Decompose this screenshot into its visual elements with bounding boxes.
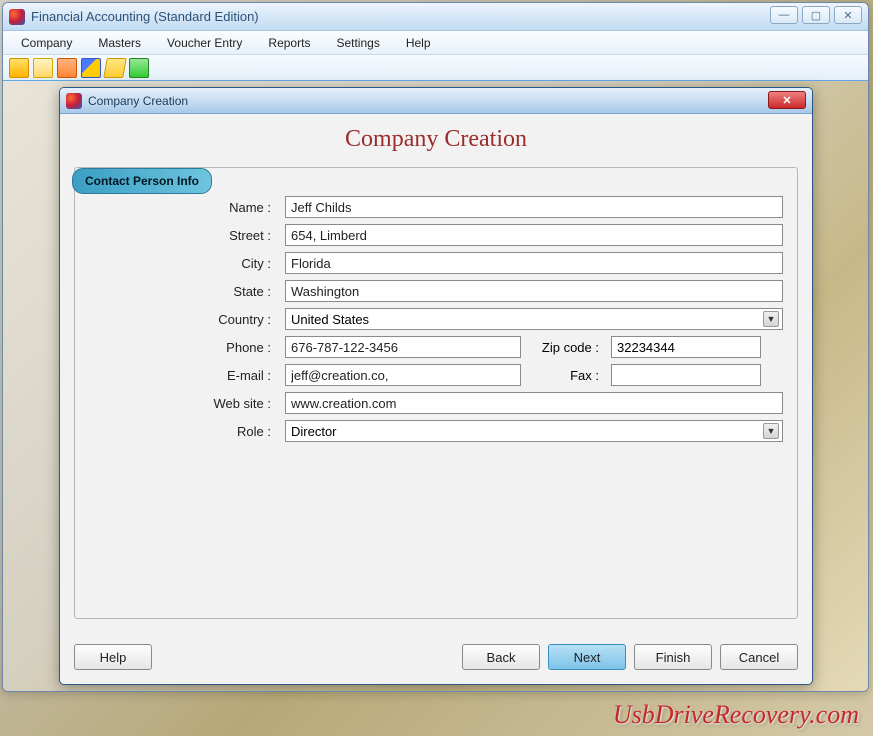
- label-state: State :: [89, 284, 277, 299]
- label-role: Role :: [89, 424, 277, 439]
- modal-titlebar: Company Creation ✕: [60, 88, 812, 114]
- row-street: Street :: [89, 224, 783, 246]
- menubar: Company Masters Voucher Entry Reports Se…: [3, 31, 868, 55]
- finish-button[interactable]: Finish: [634, 644, 712, 670]
- city-field[interactable]: [285, 252, 783, 274]
- role-value: Director: [291, 424, 337, 439]
- row-country: Country : United States ▼: [89, 308, 783, 330]
- row-website: Web site :: [89, 392, 783, 414]
- row-role: Role : Director ▼: [89, 420, 783, 442]
- role-select[interactable]: Director ▼: [285, 420, 783, 442]
- row-name: Name :: [89, 196, 783, 218]
- row-email: E-mail : Fax :: [89, 364, 783, 386]
- main-window: Financial Accounting (Standard Edition) …: [2, 2, 869, 692]
- close-button[interactable]: ✕: [834, 6, 862, 24]
- row-city: City :: [89, 252, 783, 274]
- label-country: Country :: [89, 312, 277, 327]
- street-field[interactable]: [285, 224, 783, 246]
- label-street: Street :: [89, 228, 277, 243]
- menu-settings[interactable]: Settings: [324, 33, 391, 53]
- label-email: E-mail :: [89, 368, 277, 383]
- section-tab-contact-person[interactable]: Contact Person Info: [72, 168, 212, 194]
- menu-masters[interactable]: Masters: [86, 33, 153, 53]
- state-field[interactable]: [285, 280, 783, 302]
- zip-field[interactable]: [611, 336, 761, 358]
- menu-company[interactable]: Company: [9, 33, 84, 53]
- company-creation-dialog: Company Creation ✕ Company Creation Cont…: [59, 87, 813, 685]
- minimize-button[interactable]: —: [770, 6, 798, 24]
- country-select[interactable]: United States ▼: [285, 308, 783, 330]
- country-value: United States: [291, 312, 369, 327]
- toolbar-chart-icon[interactable]: [81, 58, 101, 78]
- modal-title: Company Creation: [88, 94, 188, 108]
- toolbar-edit-icon[interactable]: [33, 58, 53, 78]
- fax-field[interactable]: [611, 364, 761, 386]
- back-button[interactable]: Back: [462, 644, 540, 670]
- next-button[interactable]: Next: [548, 644, 626, 670]
- modal-close-button[interactable]: ✕: [768, 91, 806, 109]
- label-name: Name :: [89, 200, 277, 215]
- row-phone: Phone : Zip code :: [89, 336, 783, 358]
- toolbar-tag-icon[interactable]: [103, 58, 127, 78]
- email-field[interactable]: [285, 364, 521, 386]
- help-button[interactable]: Help: [74, 644, 152, 670]
- label-website: Web site :: [89, 396, 277, 411]
- label-city: City :: [89, 256, 277, 271]
- section-tab-wrap: Contact Person Info: [72, 168, 212, 194]
- modal-heading: Company Creation: [74, 126, 798, 153]
- main-window-title: Financial Accounting (Standard Edition): [31, 9, 259, 24]
- toolbar-new-icon[interactable]: [9, 58, 29, 78]
- name-field[interactable]: [285, 196, 783, 218]
- main-titlebar: Financial Accounting (Standard Edition) …: [3, 3, 868, 31]
- label-phone: Phone :: [89, 340, 277, 355]
- modal-icon: [66, 93, 82, 109]
- toolbar-calendar-icon[interactable]: [57, 58, 77, 78]
- chevron-down-icon: ▼: [763, 311, 779, 327]
- menu-reports[interactable]: Reports: [256, 33, 322, 53]
- phone-field[interactable]: [285, 336, 521, 358]
- website-field[interactable]: [285, 392, 783, 414]
- maximize-button[interactable]: ▢: [802, 6, 830, 24]
- label-zip: Zip code :: [529, 340, 603, 355]
- watermark: UsbDriveRecovery.com: [613, 700, 859, 730]
- label-fax: Fax :: [529, 368, 603, 383]
- row-state: State :: [89, 280, 783, 302]
- main-client-area: Company Creation ✕ Company Creation Cont…: [3, 81, 868, 691]
- app-icon: [9, 9, 25, 25]
- menu-voucher-entry[interactable]: Voucher Entry: [155, 33, 254, 53]
- form-panel: Name : Street : City : State :: [74, 167, 798, 619]
- cancel-button[interactable]: Cancel: [720, 644, 798, 670]
- toolbar: [3, 55, 868, 81]
- chevron-down-icon: ▼: [763, 423, 779, 439]
- modal-body: Company Creation Contact Person Info Nam…: [60, 114, 812, 684]
- menu-help[interactable]: Help: [394, 33, 443, 53]
- modal-button-bar: Help Back Next Finish Cancel: [74, 644, 798, 670]
- main-window-controls: — ▢ ✕: [770, 6, 862, 24]
- toolbar-sheet-icon[interactable]: [129, 58, 149, 78]
